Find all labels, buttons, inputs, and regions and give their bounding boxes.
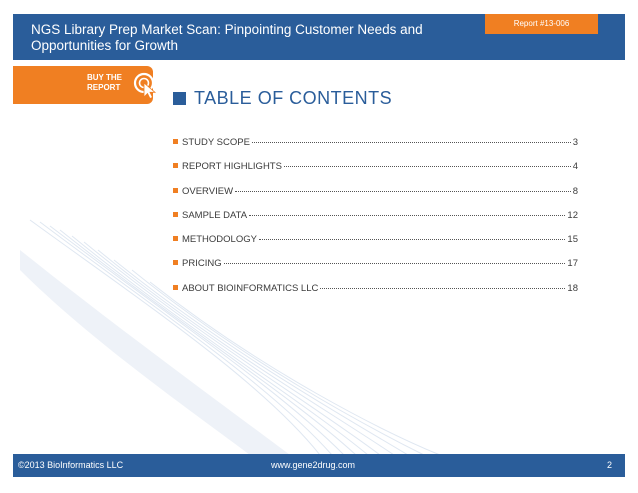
toc-item-label: STUDY SCOPE [182,137,250,148]
dot-leader [283,166,571,168]
footer-website-link[interactable]: www.gene2drug.com [271,454,355,477]
toc-item-about[interactable]: ABOUT BIOINFORMATICS LLC 18 [173,283,578,307]
bullet-icon [173,139,178,144]
bullet-icon [173,187,178,193]
toc-item-label: REPORT HIGHLIGHTS [182,161,282,173]
toc-heading: TABLE OF CONTENTS [173,88,392,109]
toc-item-label: OVERVIEW [182,185,234,197]
toc-item-report-highlights[interactable]: REPORT HIGHLIGHTS 4 [173,161,578,185]
toc-item-label: METHODOLOGY [182,234,257,246]
toc-item-page: 12 [567,209,578,221]
toc-square-icon [173,92,186,105]
toc-item-overview[interactable]: OVERVIEW 8 [173,186,578,210]
buy-report-label-line1: BUY THE [87,73,122,82]
toc-item-page: 15 [567,234,578,246]
dot-leader [235,190,571,192]
dot-leader [251,142,571,143]
toc-item-methodology[interactable]: METHODOLOGY 15 [173,234,578,258]
footer-page-number: 2 [606,460,612,470]
dot-leader [258,239,566,241]
toc-item-page: 18 [567,282,578,294]
toc-item-label: SAMPLE DATA [182,209,248,221]
toc-item-page: 8 [572,185,578,197]
buy-report-label-line2: REPORT [87,83,121,92]
toc-item-sample-data[interactable]: SAMPLE DATA 12 [173,210,578,234]
bullet-icon [173,260,178,266]
toc-item-pricing[interactable]: PRICING 17 [173,258,578,282]
toc-item-page: 3 [572,137,578,148]
bullet-icon [173,163,178,169]
cursor-click-icon [133,72,157,99]
report-title: NGS Library Prep Market Scan: Pinpointin… [31,22,423,53]
toc-item-label: PRICING [182,258,222,270]
dot-leader [223,263,566,265]
dot-leader [320,287,566,289]
footer-copyright: ©2013 BioInformatics LLC [18,460,124,470]
bullet-icon [173,284,178,290]
bullet-icon [173,236,178,242]
report-id-label: Report #13-006 [513,19,570,28]
buy-report-button[interactable]: BUY THE REPORT [13,66,157,104]
toc-item-page: 17 [567,258,578,270]
report-id-tab: Report #13-006 [485,14,598,34]
buy-report-label: BUY THE REPORT [87,73,135,93]
toc-title: TABLE OF CONTENTS [194,88,393,108]
bullet-icon [173,211,178,217]
toc-item-page: 4 [572,161,578,173]
footer-bar: ©2013 BioInformatics LLC www.gene2drug.c… [13,454,625,477]
toc-item-label: ABOUT BIOINFORMATICS LLC [182,282,319,294]
toc-item-study-scope[interactable]: STUDY SCOPE 3 [173,137,578,161]
toc-list: STUDY SCOPE 3 REPORT HIGHLIGHTS 4 OVERVI… [173,137,578,307]
dot-leader [249,214,566,216]
